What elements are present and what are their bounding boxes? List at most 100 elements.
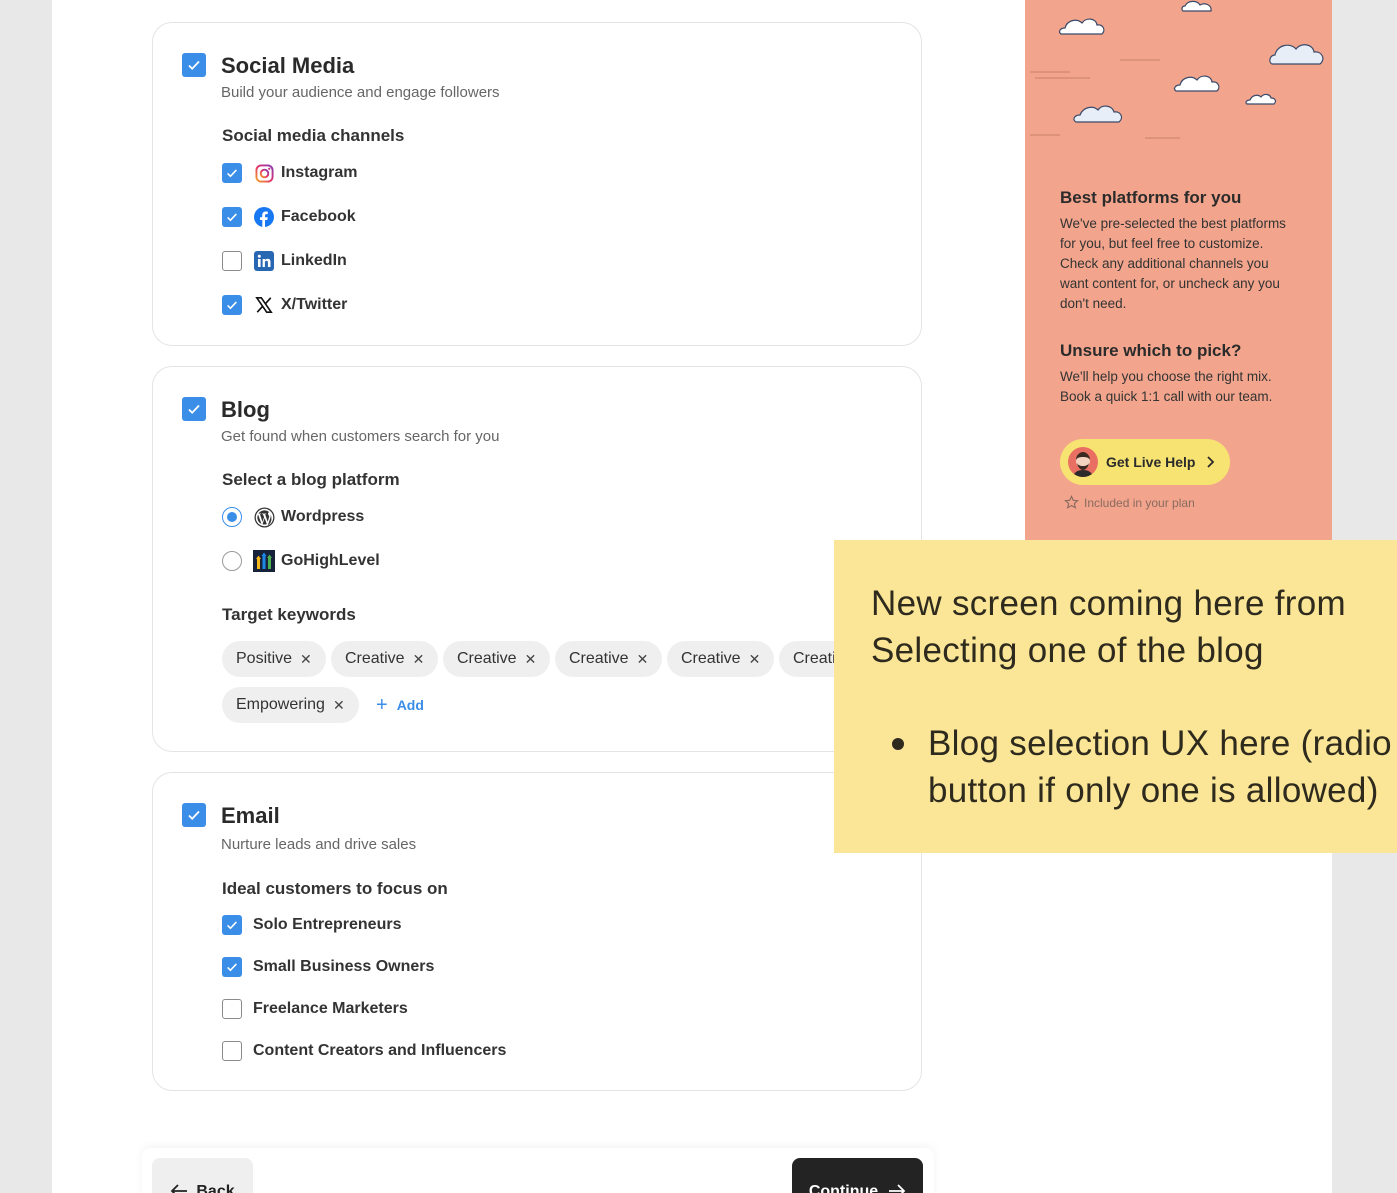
bullet-dot: [892, 738, 904, 750]
keyword-chip: Creative ✕: [667, 641, 775, 677]
blog-subtitle: Get found when customers search for you: [221, 428, 500, 445]
arrow-right-icon: [889, 1184, 906, 1193]
continue-button[interactable]: Continue: [792, 1158, 923, 1193]
email-subtitle: Nurture leads and drive sales: [221, 836, 417, 853]
remove-keyword-icon[interactable]: ✕: [300, 651, 312, 668]
customer-option[interactable]: Freelance Marketers: [222, 998, 408, 1020]
keyword-text: Creative: [681, 650, 741, 667]
keyword-chip: Creative ✕: [443, 641, 551, 677]
back-button[interactable]: Back: [152, 1158, 253, 1193]
add-keyword-label: Add: [396, 697, 424, 713]
channel-label: Facebook: [281, 208, 356, 225]
get-live-help-label: Get Live Help: [1106, 454, 1196, 470]
add-keyword-button[interactable]: + Add: [376, 687, 424, 723]
channel-x-twitter[interactable]: X/Twitter: [222, 294, 347, 316]
gohighlevel-radio[interactable]: [222, 551, 242, 571]
customers-label: Ideal customers to focus on: [222, 879, 448, 898]
included-in-plan: Included in your plan: [1064, 495, 1195, 510]
get-live-help-button[interactable]: Get Live Help: [1060, 439, 1230, 485]
x-twitter-icon: [253, 294, 275, 316]
instagram-icon: [253, 162, 275, 184]
social-media-checkbox[interactable]: [182, 53, 206, 77]
social-media-title: Social Media: [221, 53, 355, 78]
customer-label: Solo Entrepreneurs: [253, 916, 402, 933]
sticky-note-bullet-text: Blog selection UX here (radio button if …: [928, 724, 1392, 810]
channel-label: LinkedIn: [281, 252, 347, 269]
keyword-chip: Creative ✕: [555, 641, 663, 677]
platform-wordpress[interactable]: Wordpress: [222, 506, 364, 528]
keyword-chip: Creative ✕: [331, 641, 439, 677]
sidebar-text-unsure: We'll help you choose the right mix. Boo…: [1060, 369, 1273, 404]
included-label: Included in your plan: [1084, 495, 1195, 510]
remove-keyword-icon[interactable]: ✕: [525, 651, 537, 668]
blog-card: Blog Get found when customers search for…: [152, 366, 922, 752]
social-media-subtitle: Build your audience and engage followers: [221, 84, 500, 101]
customer-checkbox[interactable]: [222, 915, 242, 935]
email-card: Email Nurture leads and drive sales Idea…: [152, 772, 922, 1091]
sidebar-heading-best-platforms: Best platforms for you: [1060, 188, 1242, 207]
check-icon: [227, 169, 237, 178]
star-icon: [1064, 495, 1079, 509]
continue-label: Continue: [808, 1183, 879, 1193]
sticky-note: New screen coming here from Selecting on…: [834, 540, 1397, 853]
channel-label: X/Twitter: [281, 296, 348, 313]
customer-label: Content Creators and Influencers: [253, 1042, 507, 1059]
wordpress-radio[interactable]: [222, 507, 242, 527]
avatar: [1068, 447, 1098, 477]
platform-label: Wordpress: [281, 508, 365, 525]
footer-bar: Back Continue: [142, 1148, 934, 1193]
customer-checkbox[interactable]: [222, 1041, 242, 1061]
plus-icon: +: [376, 693, 388, 716]
facebook-checkbox[interactable]: [222, 207, 242, 227]
check-icon: [227, 921, 237, 930]
help-sidebar: Best platforms for you We've pre-selecte…: [1025, 0, 1332, 540]
channel-facebook[interactable]: Facebook: [222, 206, 356, 228]
sidebar-heading-unsure: Unsure which to pick?: [1060, 341, 1242, 360]
customer-checkbox[interactable]: [222, 957, 242, 977]
back-label: Back: [196, 1183, 235, 1193]
channel-label: Instagram: [281, 164, 358, 181]
blog-title: Blog: [221, 397, 270, 422]
clouds-illustration: [1030, 0, 1324, 139]
blog-platform-label: Select a blog platform: [222, 470, 400, 489]
customer-label: Small Business Owners: [253, 958, 435, 975]
instagram-checkbox[interactable]: [222, 163, 242, 183]
sticky-note-bullet: Blog selection UX here (radio button if …: [892, 720, 1397, 814]
keyword-text: Creative: [569, 650, 629, 667]
email-title: Email: [221, 803, 280, 828]
check-icon: [188, 60, 200, 70]
channels-label: Social media channels: [222, 126, 405, 145]
channel-instagram[interactable]: Instagram: [222, 162, 357, 184]
check-icon: [188, 810, 200, 820]
platform-label: GoHighLevel: [281, 552, 380, 569]
keyword-chip: Positive ✕: [222, 641, 326, 677]
x-twitter-checkbox[interactable]: [222, 295, 242, 315]
blog-checkbox[interactable]: [182, 397, 206, 421]
chevron-right-icon: [1207, 456, 1215, 468]
keywords-label: Target keywords: [222, 605, 356, 624]
arrow-left-icon: [171, 1184, 188, 1193]
customer-checkbox[interactable]: [222, 999, 242, 1019]
keyword-text: Positive: [236, 650, 293, 667]
platform-gohighlevel[interactable]: GoHighLevel: [222, 550, 380, 572]
keyword-text: Creative: [345, 650, 405, 667]
sidebar-text-best-platforms: We've pre-selected the best platforms fo…: [1060, 216, 1286, 311]
keyword-text: Empowering: [236, 696, 325, 713]
customer-option[interactable]: Content Creators and Influencers: [222, 1040, 506, 1062]
check-icon: [227, 213, 237, 222]
gohighlevel-icon: [253, 550, 275, 572]
remove-keyword-icon[interactable]: ✕: [749, 651, 761, 668]
check-icon: [188, 404, 200, 414]
facebook-icon: [253, 206, 275, 228]
linkedin-checkbox[interactable]: [222, 251, 242, 271]
channel-linkedin[interactable]: LinkedIn: [222, 250, 347, 272]
wordpress-icon: [253, 506, 275, 528]
remove-keyword-icon[interactable]: ✕: [413, 651, 425, 668]
remove-keyword-icon[interactable]: ✕: [637, 651, 649, 668]
remove-keyword-icon[interactable]: ✕: [333, 697, 345, 714]
linkedin-icon: [253, 250, 275, 272]
keyword-text: Creative: [457, 650, 517, 667]
customer-option[interactable]: Solo Entrepreneurs: [222, 914, 401, 936]
customer-option[interactable]: Small Business Owners: [222, 956, 434, 978]
email-checkbox[interactable]: [182, 803, 206, 827]
